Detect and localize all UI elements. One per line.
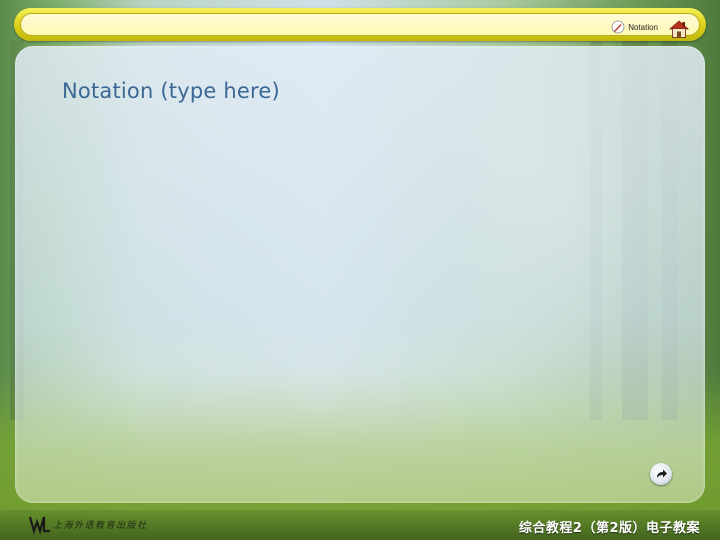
home-icon[interactable]	[668, 18, 690, 40]
top-banner-inner	[20, 13, 700, 36]
footer-bar: 上海外语教育出版社 综合教程2（第2版）电子教案	[0, 510, 720, 540]
slide: Notation Notation (type here) 上海外语教育出版社 …	[0, 0, 720, 540]
publisher-logo-mark	[29, 516, 50, 535]
notation-nav-link[interactable]: Notation	[611, 20, 658, 34]
content-panel: Notation (type here)	[15, 46, 705, 503]
notation-nav-label: Notation	[628, 22, 658, 32]
publisher-logo: 上海外语教育出版社	[29, 514, 148, 536]
course-title: 综合教程2（第2版）电子教案	[518, 521, 700, 536]
pen-icon	[611, 20, 625, 34]
page-title[interactable]: Notation (type here)	[62, 79, 280, 103]
top-banner: Notation	[14, 8, 706, 41]
arrow-right-icon	[657, 469, 667, 478]
next-button[interactable]	[650, 463, 672, 485]
publisher-name: 上海外语教育出版社	[53, 521, 148, 531]
